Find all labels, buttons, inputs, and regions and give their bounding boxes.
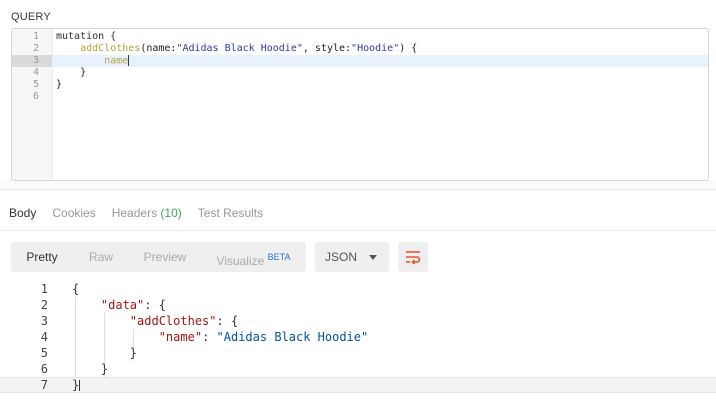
response-code: } <box>72 362 109 376</box>
pretty-button[interactable]: Pretty <box>11 242 73 272</box>
line-number: 7 <box>40 378 48 392</box>
response-line: 1 { <box>0 281 716 297</box>
string-argument: "Adidas Black Hoodie" <box>176 43 303 54</box>
query-code: } <box>56 79 63 90</box>
response-body[interactable]: 1 { 2 "data": { 3 "addClothes": { 4 "nam… <box>0 281 716 393</box>
json-string-value: "Adidas Black Hoodie" <box>216 330 369 344</box>
line-number: 3 <box>40 314 48 328</box>
line-number: 2 <box>32 43 39 54</box>
tabs-divider <box>0 230 716 231</box>
line-number: 6 <box>40 362 48 376</box>
section-divider <box>0 189 716 190</box>
json-key: "data" <box>100 298 145 312</box>
response-line: 2 "data": { <box>0 297 716 313</box>
tab-headers-label: Headers <box>111 206 158 220</box>
response-line: 3 "addClothes": { <box>0 313 716 329</box>
tab-cookies[interactable]: Cookies <box>52 206 95 220</box>
response-code: } <box>72 346 138 360</box>
format-select-value: JSON <box>325 250 358 264</box>
query-code: mutation { <box>56 31 117 42</box>
chevron-down-icon <box>369 255 377 260</box>
response-line: 4 "name": "Adidas Black Hoodie" <box>0 329 716 345</box>
line-number: 4 <box>40 330 48 344</box>
query-editor[interactable]: 1 mutation { 2 addClothes(name:"Adidas B… <box>11 28 709 181</box>
raw-button[interactable]: Raw <box>73 242 129 272</box>
line-number: 4 <box>32 67 39 78</box>
string-argument: "Hoodie" <box>351 43 400 54</box>
tab-test-results[interactable]: Test Results <box>198 206 263 220</box>
json-key: "name" <box>158 330 203 344</box>
response-line: 5 } <box>0 345 716 361</box>
query-line[interactable]: 6 <box>12 91 708 103</box>
format-select[interactable]: JSON <box>315 242 389 272</box>
line-number: 1 <box>32 31 39 42</box>
preview-button[interactable]: Preview <box>129 242 201 272</box>
query-label: QUERY <box>11 11 51 23</box>
query-line-active[interactable]: 3 name <box>12 55 708 67</box>
query-code: } <box>56 67 87 78</box>
headers-count-badge: (10) <box>160 206 182 220</box>
wrap-lines-icon <box>406 251 421 265</box>
field-name: name <box>104 55 129 67</box>
line-number: 1 <box>40 282 48 296</box>
query-code: name <box>56 55 130 68</box>
line-number: 5 <box>40 346 48 360</box>
response-code: "addClothes": { <box>129 314 239 328</box>
response-code: "name": "Adidas Black Hoodie" <box>158 330 369 344</box>
line-number: 2 <box>40 298 48 312</box>
beta-badge: BETA <box>267 252 291 262</box>
response-tabs: Body Cookies Headers (10) Test Results <box>9 206 279 220</box>
query-line[interactable]: 2 addClothes(name:"Adidas Black Hoodie",… <box>12 43 708 55</box>
line-number: 5 <box>32 79 39 90</box>
line-number: 6 <box>32 91 39 102</box>
response-toolbar: Pretty Raw Preview Visualize BETA JSON <box>11 242 428 272</box>
query-code: addClothes(name:"Adidas Black Hoodie", s… <box>80 43 418 54</box>
tab-body[interactable]: Body <box>9 206 36 220</box>
json-key: "addClothes" <box>129 314 217 328</box>
text-cursor <box>128 55 130 66</box>
query-line[interactable]: 5 } <box>12 79 708 91</box>
visualize-button[interactable]: Visualize BETA <box>201 242 306 272</box>
wrap-lines-button[interactable] <box>398 242 428 272</box>
response-line: 6 } <box>0 361 716 377</box>
response-line-active: 7 } <box>0 377 716 393</box>
query-line[interactable]: 4 } <box>12 67 708 79</box>
response-code: { <box>72 282 80 296</box>
query-line[interactable]: 1 mutation { <box>12 31 708 43</box>
visualize-label: Visualize <box>216 254 265 268</box>
tab-headers[interactable]: Headers (10) <box>112 206 182 220</box>
line-number: 3 <box>12 55 52 67</box>
response-code: } <box>72 378 81 392</box>
response-code: "data": { <box>100 298 166 312</box>
view-mode-switch: Pretty Raw Preview Visualize BETA <box>11 242 306 272</box>
mutation-name: addClothes <box>80 43 141 54</box>
text-cursor <box>79 380 81 391</box>
